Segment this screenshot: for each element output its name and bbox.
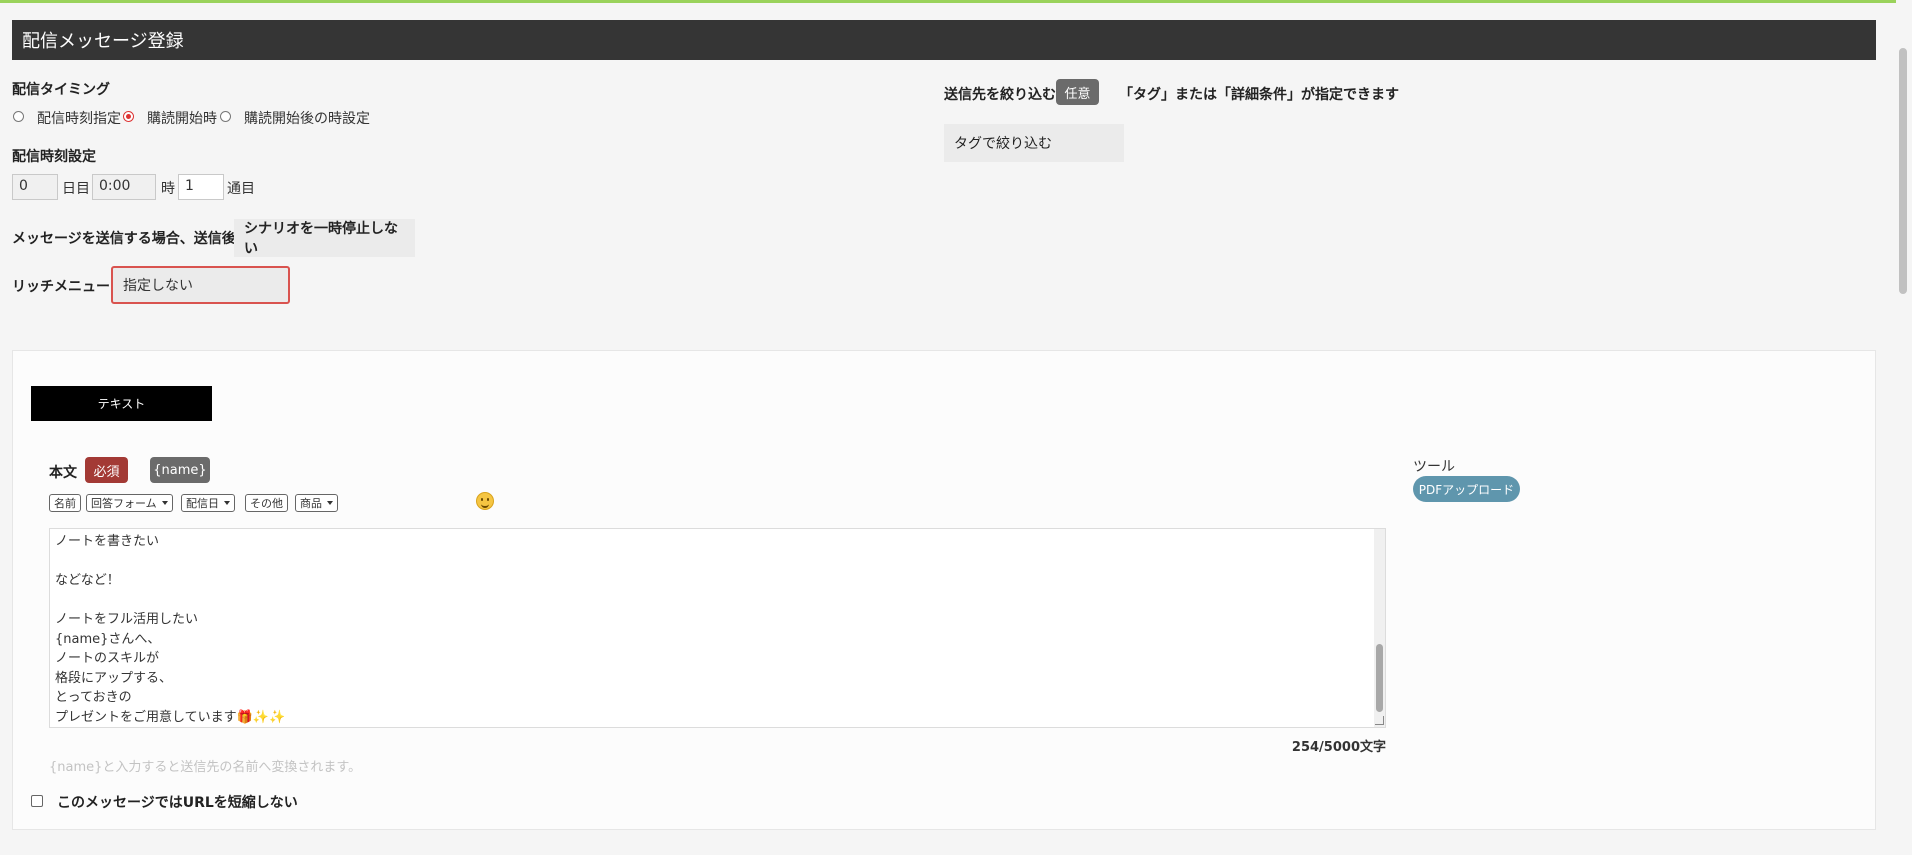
delivery-date-label: 配信日 <box>186 497 219 510</box>
week-unit: 通目 <box>227 181 255 197</box>
tools-label: ツール <box>1413 459 1455 475</box>
radio-timing-specified-label[interactable]: 配信時刻指定 <box>37 108 121 128</box>
optional-badge: 任意 <box>1056 79 1099 105</box>
name-variable-button[interactable]: {name} <box>150 457 210 483</box>
text-line: ノートをフル活用したい <box>55 612 199 627</box>
answer-form-dropdown[interactable]: 回答フォーム <box>86 494 173 512</box>
name-variable-hint: {name}と入力すると送信先の名前へ変換されます。 <box>49 760 362 775</box>
other-label: その他 <box>250 497 283 510</box>
chevron-down-icon <box>224 501 230 505</box>
product-dropdown[interactable]: 商品 <box>295 494 338 512</box>
no-url-shorten-label[interactable]: このメッセージではURLを短縮しない <box>57 792 298 812</box>
no-url-shorten-checkbox[interactable] <box>31 795 43 807</box>
chevron-down-icon <box>327 501 333 505</box>
body-label: 本文 <box>49 465 77 481</box>
emoji-picker-icon[interactable] <box>476 492 494 510</box>
timing-label: 配信タイミング <box>12 82 110 98</box>
product-label: 商品 <box>300 497 322 510</box>
top-accent-bar <box>0 0 1912 3</box>
page-title: 配信メッセージ登録 <box>22 31 184 52</box>
text-line: プレゼントをご用意しています🎁✨✨ <box>55 709 286 725</box>
text-line: ノートを書きたい <box>55 534 160 549</box>
other-button[interactable]: その他 <box>245 494 288 512</box>
day-input[interactable]: 0 <box>12 174 58 200</box>
tag-filter-button[interactable]: タグで絞り込む <box>944 124 1124 162</box>
day-unit: 日目 <box>62 181 90 197</box>
filter-label: 送信先を絞り込む <box>944 87 1056 103</box>
radio-timing-after-start-label[interactable]: 購読開始後の時設定 <box>244 108 370 128</box>
text-line: などなど！ <box>55 573 120 588</box>
time-setting-label: 配信時刻設定 <box>12 149 96 165</box>
text-line: {name}さんへ、 <box>55 631 161 647</box>
page-scrollbar-thumb[interactable] <box>1899 48 1907 294</box>
page-title-bar: 配信メッセージ登録 <box>12 20 1876 60</box>
time-unit: 時 <box>161 181 175 197</box>
insert-name-button[interactable]: 名前 <box>49 494 81 512</box>
radio-timing-after-start[interactable] <box>220 111 231 122</box>
textarea-resize-handle[interactable] <box>1375 716 1384 725</box>
text-line: とっておきの <box>55 690 132 705</box>
answer-form-label: 回答フォーム <box>91 497 157 510</box>
textarea-scrollbar-thumb[interactable] <box>1376 644 1383 712</box>
text-line <box>55 552 1380 572</box>
tab-text[interactable]: テキスト <box>31 386 212 421</box>
required-badge: 必須 <box>85 457 128 483</box>
filter-note: 「タグ」または「詳細条件」が指定できます <box>1119 87 1399 103</box>
insert-name-label: 名前 <box>54 497 76 510</box>
radio-timing-subscribe-start[interactable] <box>123 111 134 122</box>
after-send-label: メッセージを送信する場合、送信後に <box>12 231 250 247</box>
radio-timing-specified[interactable] <box>13 111 24 122</box>
pdf-upload-button[interactable]: PDFアップロード <box>1413 476 1520 502</box>
text-line: ノートのスキルが <box>55 651 160 666</box>
rich-menu-select[interactable]: 指定しない <box>111 266 290 304</box>
text-line <box>55 591 1380 611</box>
character-counter: 254/5000文字 <box>1291 740 1386 755</box>
delivery-date-dropdown[interactable]: 配信日 <box>181 494 235 512</box>
week-input[interactable]: 1 <box>178 174 224 200</box>
scenario-pause-select[interactable]: シナリオを一時停止しない <box>234 219 415 257</box>
chevron-down-icon <box>161 501 168 505</box>
text-line: 格段にアップする、 <box>55 670 173 686</box>
radio-timing-subscribe-start-label[interactable]: 購読開始時 <box>147 108 217 128</box>
message-body-textarea[interactable]: ノートを書きたい などなど！ ノートをフル活用したい {name}さんへ、 ノー… <box>49 528 1386 728</box>
time-input[interactable]: 0:00 <box>92 174 156 200</box>
rich-menu-label: リッチメニュー <box>12 279 110 295</box>
